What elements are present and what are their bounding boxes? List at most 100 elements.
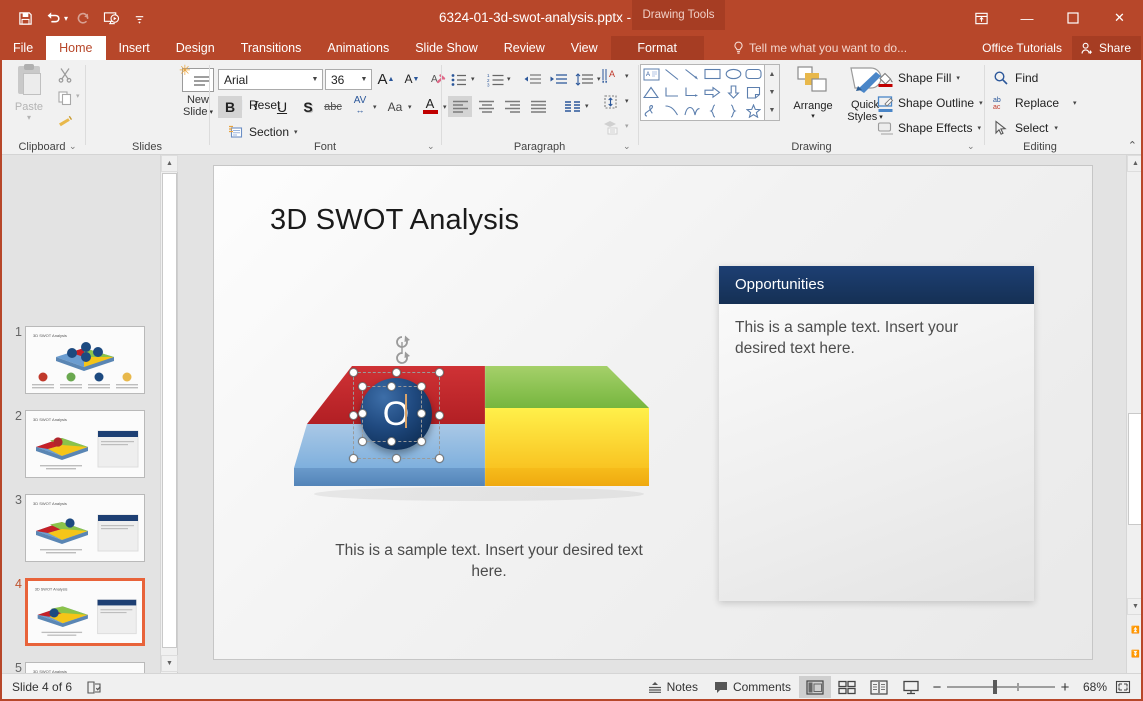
thumbnail-pane-scrollbar[interactable]: ▲ ▼ (160, 155, 178, 673)
slide-thumbnail-2[interactable]: 3D SWOT Analysis (25, 410, 145, 478)
gallery-scroll-up-icon[interactable]: ▲ (765, 65, 779, 83)
increase-font-size-button[interactable]: A ▲ (374, 68, 398, 90)
ribbon-display-options-icon[interactable] (958, 0, 1004, 36)
resize-handle-sw[interactable] (349, 454, 358, 463)
shape-star-icon[interactable] (744, 102, 765, 120)
shape-scribble-icon[interactable] (641, 102, 662, 120)
font-name-dropdown-caret[interactable]: ▼ (308, 76, 322, 83)
font-color-button[interactable]: A (418, 94, 442, 116)
change-case-caret[interactable]: ▾ (408, 103, 412, 111)
reading-view-button[interactable] (863, 676, 895, 698)
slideshow-view-button[interactable] (895, 676, 927, 698)
office-tutorials-link[interactable]: Office Tutorials (972, 36, 1072, 60)
shape-elbow-connector-icon[interactable] (662, 83, 683, 101)
inner-handle-se[interactable] (417, 437, 426, 446)
tab-view[interactable]: View (558, 36, 611, 60)
shape-textbox-icon[interactable]: A (641, 65, 662, 83)
select-caret[interactable]: ▾ (1054, 124, 1058, 132)
swot-3d-graphic[interactable]: O (289, 335, 669, 506)
decrease-font-size-button[interactable]: A ▼ (400, 68, 424, 90)
shape-rounded-rectangle-icon[interactable] (744, 65, 765, 83)
decrease-indent-button[interactable] (520, 69, 544, 90)
close-button[interactable]: ✕ (1096, 0, 1143, 36)
accessibility-checker-icon[interactable] (86, 680, 102, 695)
character-spacing-button[interactable]: AV ↔ (347, 94, 373, 116)
shape-fill-button[interactable]: Shape Fill ▾ (877, 66, 960, 89)
normal-view-button[interactable] (798, 676, 831, 698)
bullets-caret[interactable]: ▾ (471, 75, 475, 83)
shape-right-arrow-icon[interactable] (703, 83, 724, 101)
shapes-gallery-scrollbar[interactable]: ▲ ▼ ▼ (765, 64, 780, 121)
resize-handle-s[interactable] (392, 454, 401, 463)
shape-effects-caret[interactable]: ▾ (978, 124, 982, 132)
inner-handle-e[interactable] (417, 409, 426, 418)
shapes-gallery[interactable]: A (640, 64, 765, 121)
slide-thumbnail-4[interactable]: 3D SWOT Analysis (25, 578, 145, 646)
columns-button[interactable] (560, 96, 584, 117)
shape-left-brace-icon[interactable] (703, 102, 724, 120)
bullets-button[interactable] (448, 69, 470, 90)
resize-handle-ne[interactable] (435, 368, 444, 377)
gallery-scroll-down-icon[interactable]: ▼ (765, 83, 779, 101)
font-size-dropdown-caret[interactable]: ▼ (357, 76, 371, 83)
redo-icon[interactable] (70, 5, 96, 31)
text-direction-caret[interactable]: ▾ (625, 72, 629, 80)
tab-slide-show[interactable]: Slide Show (402, 36, 491, 60)
save-icon[interactable] (12, 5, 38, 31)
undo-icon[interactable] (40, 5, 66, 31)
zoom-slider-thumb[interactable] (992, 680, 997, 694)
justify-button[interactable] (526, 96, 550, 117)
slide-thumbnail-1[interactable]: 3D SWOT Analysis (25, 326, 145, 394)
shape-arc-icon[interactable] (682, 102, 703, 120)
shape-curve-icon[interactable] (662, 102, 683, 120)
align-text-button[interactable] (600, 91, 624, 112)
customize-qat-icon[interactable] (126, 5, 152, 31)
shape-down-arrow-icon[interactable] (723, 83, 744, 101)
change-case-button[interactable]: Aa (382, 96, 408, 118)
shape-oval-icon[interactable] (723, 65, 744, 83)
tab-format[interactable]: Format (610, 36, 704, 60)
tab-design[interactable]: Design (163, 36, 228, 60)
thumb-scroll-thumb[interactable] (162, 173, 177, 648)
slide-canvas[interactable]: 3D SWOT Analysis O This is a sample text… (213, 165, 1093, 660)
slide-thumbnail-3[interactable]: 3D SWOT Analysis (25, 494, 145, 562)
tab-transitions[interactable]: Transitions (228, 36, 315, 60)
align-text-caret[interactable]: ▾ (625, 97, 629, 105)
thumb-scroll-down-icon[interactable]: ▼ (161, 655, 178, 672)
align-center-button[interactable] (474, 96, 498, 117)
increase-indent-button[interactable] (546, 69, 570, 90)
drawing-dialog-launcher[interactable]: ⌄ (967, 141, 978, 152)
start-presentation-icon[interactable] (98, 5, 124, 31)
comments-button[interactable]: Comments (706, 676, 799, 698)
resize-handle-nw[interactable] (349, 368, 358, 377)
text-direction-button[interactable]: A (600, 66, 624, 87)
shape-outline-button[interactable]: Shape Outline ▾ (877, 91, 983, 114)
arrange-button[interactable]: Arrange ▾ (789, 64, 837, 136)
select-button[interactable]: Select ▾ (993, 116, 1058, 140)
opportunities-card[interactable]: Opportunities This is a sample text. Ins… (719, 266, 1034, 601)
undo-dropdown-caret[interactable]: ▾ (64, 14, 68, 23)
paste-button[interactable]: Paste ▾ (8, 64, 50, 132)
arrange-caret[interactable]: ▾ (811, 112, 815, 120)
cut-button[interactable] (52, 64, 78, 85)
font-dialog-launcher[interactable]: ⌄ (427, 141, 438, 152)
numbering-button[interactable]: 123 (484, 69, 506, 90)
tab-home[interactable]: Home (46, 36, 106, 60)
resize-handle-n[interactable] (392, 368, 401, 377)
copy-button[interactable] (52, 87, 78, 108)
resize-handle-se[interactable] (435, 454, 444, 463)
resize-handle-w[interactable] (349, 411, 358, 420)
slide-caption-text[interactable]: This is a sample text. Insert your desir… (324, 541, 654, 583)
shape-triangle-icon[interactable] (641, 83, 662, 101)
maximize-button[interactable] (1050, 0, 1096, 36)
share-button[interactable]: Share (1071, 36, 1143, 60)
card-body-text[interactable]: This is a sample text. Insert your desir… (735, 318, 1000, 360)
find-button[interactable]: Find (993, 66, 1038, 90)
convert-to-smartart-button[interactable] (600, 116, 624, 137)
shape-arrow-icon[interactable] (682, 65, 703, 83)
zoom-level-label[interactable]: 68% (1075, 680, 1115, 694)
inner-handle-sw[interactable] (358, 437, 367, 446)
thumb-scroll-up-icon[interactable]: ▲ (161, 155, 178, 172)
zoom-slider[interactable] (946, 676, 1055, 698)
inner-handle-nw[interactable] (358, 382, 367, 391)
